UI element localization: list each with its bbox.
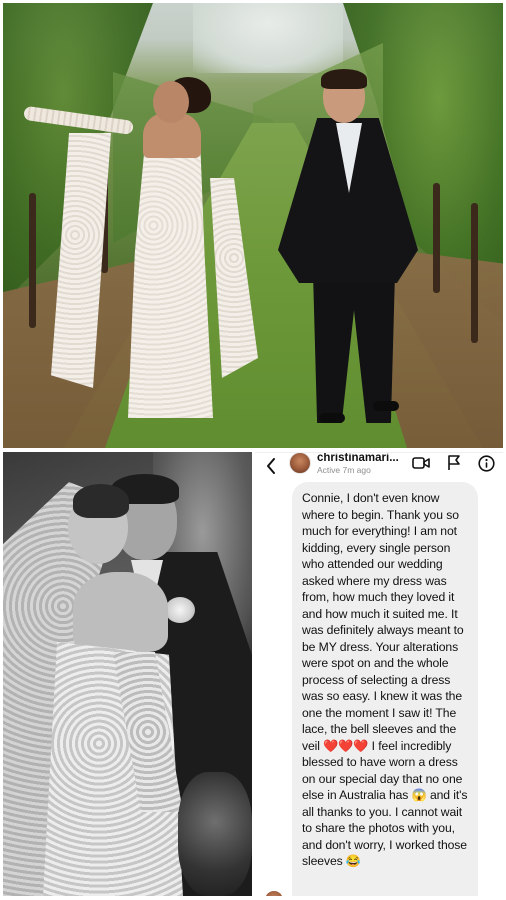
wedding-photo-black-and-white (3, 452, 252, 896)
boutonniere (165, 597, 195, 623)
video-call-icon[interactable] (412, 454, 430, 472)
dm-header: christinamari... Active 7m ago (255, 453, 503, 481)
bride-face (153, 81, 189, 123)
bouquet (178, 772, 252, 896)
message-bubble: Connie, I don't even know where to begin… (292, 482, 478, 896)
wedding-photo-vineyard (3, 3, 503, 448)
avatar[interactable] (289, 453, 311, 474)
groom-hair (321, 69, 367, 89)
bride-hair (73, 484, 129, 518)
info-icon[interactable] (477, 454, 495, 472)
back-arrow-icon[interactable] (263, 457, 279, 475)
vine-trunk (471, 203, 478, 343)
vine-trunk (29, 193, 36, 328)
sender-avatar (265, 891, 283, 896)
groom-shoe (319, 413, 345, 423)
active-status: Active 7m ago (317, 465, 371, 475)
flag-icon[interactable] (445, 454, 463, 472)
vine-trunk (433, 183, 440, 293)
message-text: Connie, I don't even know where to begin… (302, 491, 468, 868)
username[interactable]: christinamari... (317, 453, 409, 464)
bride-shoulder (73, 572, 168, 652)
groom-shoe (373, 401, 399, 411)
sky (193, 3, 343, 73)
direct-message-screenshot: christinamari... Active 7m ago Connie, I… (255, 452, 503, 896)
